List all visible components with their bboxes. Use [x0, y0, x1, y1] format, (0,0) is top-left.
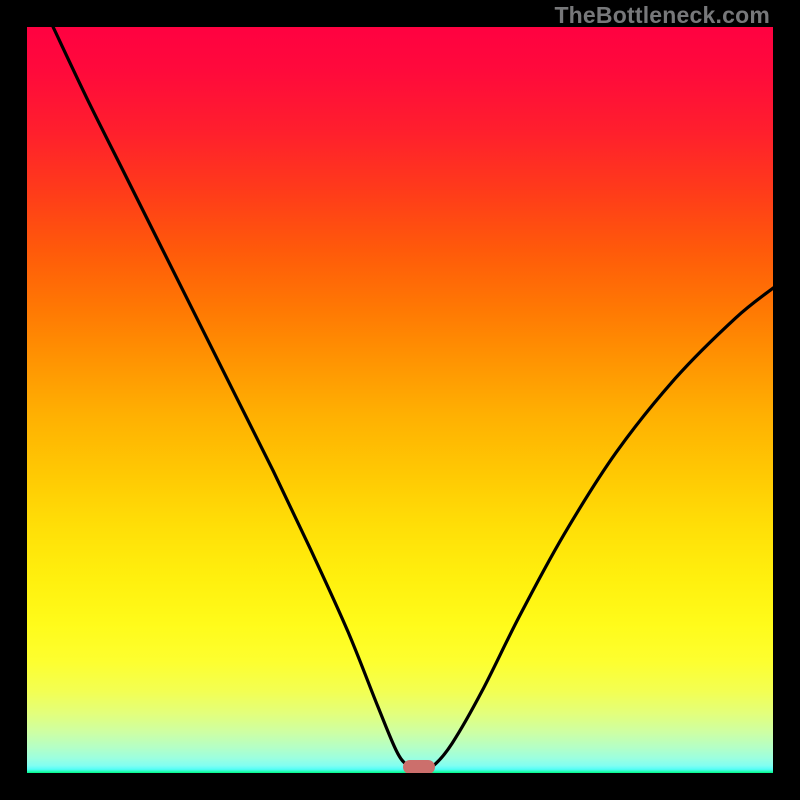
- bottleneck-curve: [27, 27, 773, 773]
- plot-area: [27, 27, 773, 773]
- outer-frame: TheBottleneck.com: [0, 0, 800, 800]
- watermark-text: TheBottleneck.com: [554, 2, 770, 29]
- optimum-marker: [403, 760, 435, 773]
